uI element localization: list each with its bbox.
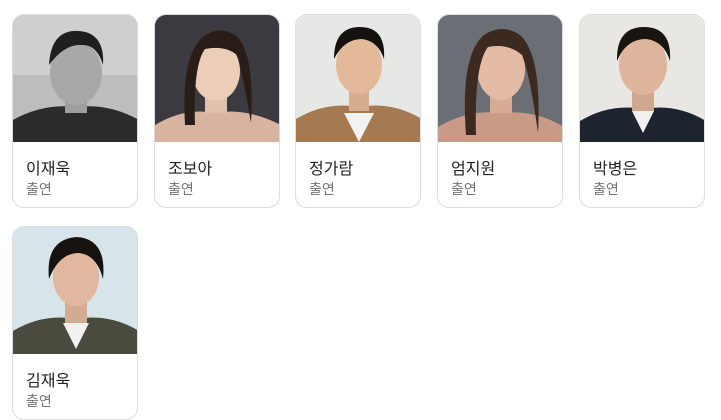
cast-role: 출연: [168, 182, 194, 198]
cast-name: 이재욱: [26, 159, 71, 178]
cast-grid: 이재욱 출연 조보아 출연 정가람 출연 엄지원 출연 박병은 출연 김재욱 출…: [0, 0, 721, 420]
cast-photo: [155, 15, 279, 142]
cast-card[interactable]: 엄지원 출연: [437, 14, 563, 208]
cast-role: 출연: [309, 182, 335, 198]
cast-name: 김재욱: [26, 371, 71, 390]
cast-role: 출연: [593, 182, 619, 198]
cast-card[interactable]: 정가람 출연: [295, 14, 421, 208]
cast-photo: [580, 15, 704, 142]
cast-photo: [13, 15, 137, 142]
cast-photo: [13, 227, 137, 354]
cast-name: 박병은: [593, 159, 638, 178]
cast-role: 출연: [26, 182, 52, 198]
cast-card[interactable]: 조보아 출연: [154, 14, 280, 208]
cast-name: 정가람: [309, 159, 354, 178]
cast-name: 엄지원: [451, 159, 496, 178]
cast-card[interactable]: 이재욱 출연: [12, 14, 138, 208]
cast-role: 출연: [26, 394, 52, 410]
cast-card[interactable]: 박병은 출연: [579, 14, 705, 208]
cast-photo: [438, 15, 562, 142]
cast-role: 출연: [451, 182, 477, 198]
cast-name: 조보아: [168, 159, 213, 178]
cast-photo: [296, 15, 420, 142]
cast-card[interactable]: 김재욱 출연: [12, 226, 138, 420]
